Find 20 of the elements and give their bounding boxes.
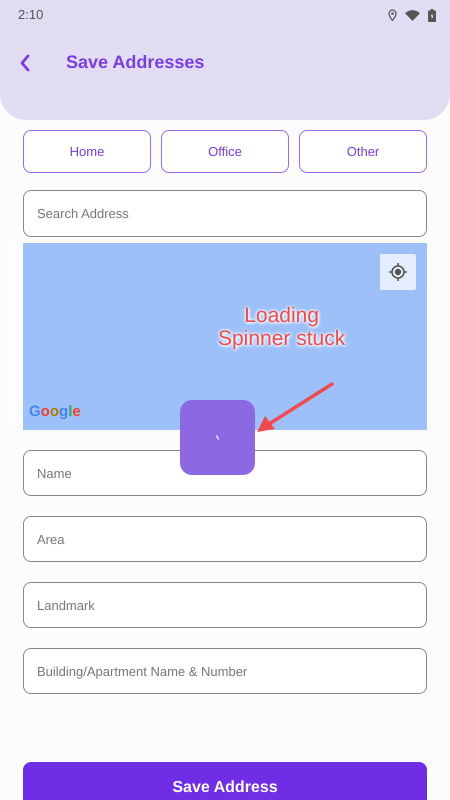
wifi-icon <box>405 10 420 20</box>
annotation-text: Loading Spinner stuck <box>218 304 346 350</box>
search-field[interactable]: Search Address <box>23 190 427 237</box>
back-button[interactable] <box>18 52 32 72</box>
input-field[interactable]: Name <box>23 450 427 496</box>
spinner-icon <box>216 435 219 440</box>
crosshair-icon <box>388 262 408 282</box>
location-icon <box>388 9 397 21</box>
input-field[interactable]: Landmark <box>23 582 427 628</box>
input-field[interactable]: Building/Apartment Name & Number <box>23 648 427 694</box>
map-logo: Google <box>29 402 81 422</box>
address-type-tab[interactable]: Home <box>23 130 151 173</box>
save-button[interactable]: Save Address <box>23 762 427 800</box>
address-type-tab[interactable]: Other <box>299 130 427 173</box>
clock-time: 2:10 <box>18 6 44 24</box>
input-field[interactable]: Area <box>23 516 427 562</box>
address-type-tab[interactable]: Office <box>161 130 289 173</box>
my-location-button[interactable] <box>380 254 416 290</box>
screen-title: Save Addresses <box>66 51 204 74</box>
battery-icon <box>428 8 436 22</box>
